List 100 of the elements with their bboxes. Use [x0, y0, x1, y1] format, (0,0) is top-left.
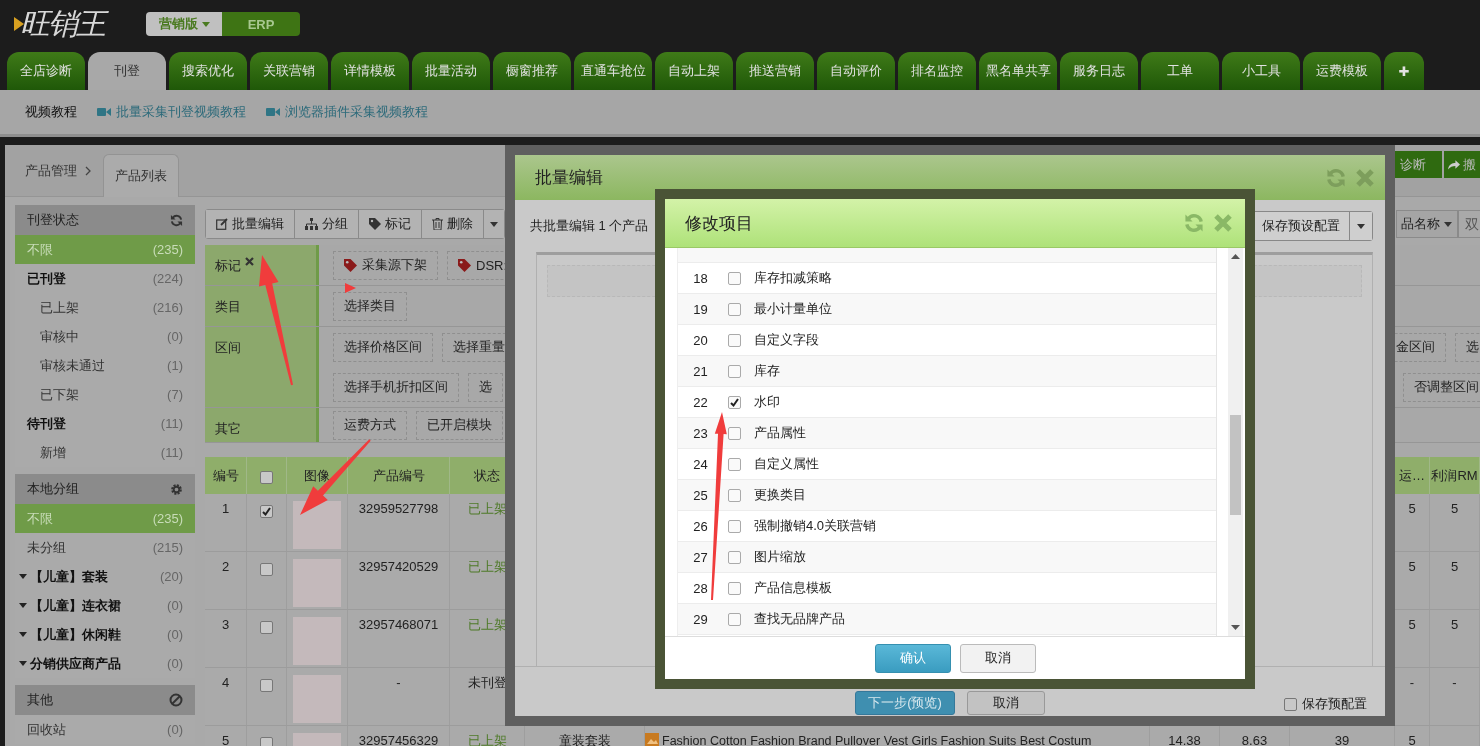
nav-tab[interactable]: 详情模板 [331, 52, 409, 90]
filter-chip[interactable]: 采集源下架 [333, 250, 438, 280]
list-item[interactable]: 21 库存 [678, 356, 1216, 387]
nav-tab[interactable]: 搜索优化 [169, 52, 247, 90]
nav-tab[interactable]: 全店诊断 [7, 52, 85, 90]
checkbox[interactable] [728, 271, 741, 285]
cancel-button[interactable]: 取消 [959, 643, 1036, 673]
toolbar-button[interactable]: 批量编辑 [206, 210, 295, 238]
nav-tab[interactable]: 刊登 [88, 52, 166, 90]
item-label: 已下架 [40, 385, 79, 404]
filter-chip[interactable]: 选择手机折扣区间 [333, 372, 459, 402]
nav-tab[interactable]: 推送营销 [736, 52, 814, 90]
item-count: (0) [167, 329, 183, 344]
item-label: 自定义属性 [754, 455, 819, 473]
tag-icon [369, 218, 381, 230]
checkbox[interactable] [728, 550, 741, 564]
nav-tab[interactable]: ✚ [1384, 52, 1424, 90]
checkbox[interactable] [260, 679, 273, 692]
caret-icon [1357, 223, 1365, 229]
nav-tab[interactable]: 黑名单共享 [979, 52, 1057, 90]
subnav-label: 视频教程 [25, 103, 77, 121]
checkbox[interactable] [728, 364, 741, 378]
checkbox[interactable] [728, 612, 741, 626]
gear-icon[interactable] [170, 482, 183, 496]
item-label: 不限 [27, 240, 53, 259]
item-number: 23 [692, 425, 709, 441]
share-button[interactable]: 搬 [1444, 151, 1480, 178]
checkbox[interactable] [728, 395, 741, 409]
breadcrumb-link[interactable]: 产品管理 [25, 161, 77, 180]
item-count: (11) [160, 445, 183, 460]
table-cell: 32959527798 [348, 494, 450, 551]
search-field[interactable]: 双 [1458, 210, 1480, 238]
checkbox[interactable] [728, 426, 741, 440]
scrollbar-thumb[interactable] [1230, 415, 1241, 515]
page-tab[interactable]: 产品列表 [103, 154, 179, 197]
filter-chip[interactable]: 选择价格区间 [333, 332, 433, 362]
checkbox[interactable] [260, 563, 273, 576]
nav-tab[interactable]: 直通车抢位 [574, 52, 652, 90]
save-preset-button[interactable]: 保存预设配置 [1252, 212, 1350, 240]
scrollbar[interactable] [1228, 248, 1243, 636]
checkbox[interactable] [728, 333, 741, 347]
list-item[interactable]: 27 图片缩放 [678, 542, 1216, 573]
checkbox[interactable] [1284, 697, 1297, 711]
refresh-icon[interactable] [170, 213, 183, 227]
item-label: 审核未通过 [40, 356, 105, 375]
nav-tab[interactable]: 自动上架 [655, 52, 733, 90]
nav-tab[interactable]: 自动评价 [817, 52, 895, 90]
sort-dropdown[interactable]: 品名称 [1396, 210, 1458, 238]
filter-chip[interactable]: 选 [1455, 332, 1480, 362]
item-label: 查找无品牌产品 [754, 610, 845, 628]
nav-tab[interactable]: 小工具 [1222, 52, 1300, 90]
nav-tab[interactable]: 排名监控 [898, 52, 976, 90]
checkbox[interactable] [260, 505, 273, 518]
filter-chip[interactable]: 选 [468, 372, 503, 402]
cancel-button[interactable]: 取消 [967, 691, 1045, 715]
checkbox[interactable] [260, 621, 273, 634]
table-cell: 8.63 [1220, 726, 1290, 746]
item-label: 未分组 [27, 538, 66, 557]
nav-tab[interactable]: 工单 [1141, 52, 1219, 90]
close-icon[interactable] [245, 257, 254, 266]
nav-tab[interactable]: 服务日志 [1060, 52, 1138, 90]
list-item[interactable]: 23 产品属性 [678, 418, 1216, 449]
nav-tab[interactable]: 批量活动 [412, 52, 490, 90]
item-count: (0) [167, 656, 183, 671]
list-item[interactable]: 19 最小计量单位 [678, 294, 1216, 325]
dropdown-button[interactable] [1350, 212, 1372, 240]
item-count: (7) [167, 387, 183, 402]
table-cell: 3 [205, 610, 247, 667]
item-label: 产品信息模板 [754, 579, 832, 597]
nav-tab[interactable]: 运费模板 [1303, 52, 1381, 90]
scroll-down-icon[interactable] [1231, 625, 1240, 630]
item-number: 29 [692, 611, 709, 627]
checkbox[interactable] [728, 519, 741, 533]
checkbox[interactable] [260, 471, 273, 484]
filter-chip[interactable]: 已开启模块 [416, 410, 503, 440]
checkbox[interactable] [728, 302, 741, 316]
refresh-icon[interactable] [1183, 213, 1205, 233]
nav-tab[interactable]: 橱窗推荐 [493, 52, 571, 90]
list-item[interactable]: 29 查找无品牌产品 [678, 604, 1216, 635]
list-item[interactable]: 25 更换类目 [678, 480, 1216, 511]
item-label: 审核中 [40, 327, 79, 346]
item-count: (11) [160, 416, 183, 431]
filter-chip[interactable]: 运费方式 [333, 410, 407, 440]
caret-icon [490, 221, 498, 227]
checkbox[interactable] [728, 457, 741, 471]
dialog-title: 修改项目 [685, 212, 753, 235]
item-count: (1) [167, 358, 183, 373]
nav-tab[interactable]: 关联营销 [250, 52, 328, 90]
logo: 旺销王 [20, 4, 144, 44]
checkbox[interactable] [728, 488, 741, 502]
hierarchy-icon [305, 218, 318, 230]
scroll-up-icon[interactable] [1231, 254, 1240, 259]
photo-placeholder [293, 617, 341, 665]
table-cell: 5 [205, 726, 247, 746]
item-label: 已刊登 [27, 269, 66, 288]
filter-chip[interactable]: 否调整区间 [1403, 372, 1480, 402]
item-label: 强制撤销4.0关联营销 [754, 517, 877, 535]
checkbox[interactable] [728, 581, 741, 595]
filter-chip[interactable]: 选择类目 [333, 291, 407, 321]
ban-icon[interactable] [169, 693, 183, 707]
